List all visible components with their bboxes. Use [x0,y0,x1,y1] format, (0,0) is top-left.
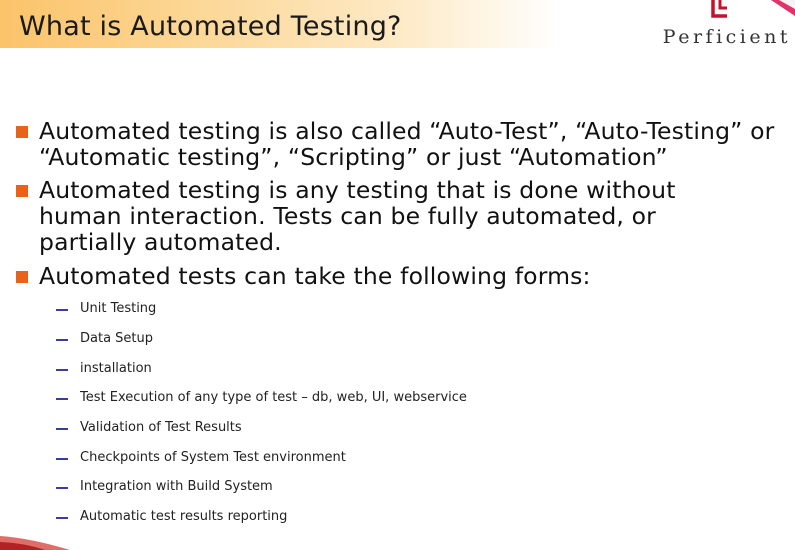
bullet-item: Automated testing is also called “Auto-T… [16,118,786,170]
dash-bullet-icon [56,487,68,489]
bullet-text: Automated testing is any testing that is… [39,176,676,256]
sub-bullet-text: Checkpoints of System Test environment [80,450,346,465]
slide-content: Automated testing is also called “Auto-T… [0,0,795,550]
dash-bullet-icon [56,517,68,519]
sub-bullet-text: installation [80,361,152,376]
dash-bullet-icon [56,309,68,311]
bullet-item: Automated testing is any testing that is… [16,177,786,255]
dash-bullet-icon [56,458,68,460]
square-bullet-icon [16,185,28,197]
corner-swoosh-icon [0,536,70,550]
dash-bullet-icon [56,369,68,371]
dash-bullet-icon [56,398,68,400]
dash-bullet-icon [56,428,68,430]
sub-bullet-text: Unit Testing [80,301,157,316]
bullet-text: Automated tests can take the following f… [39,262,591,290]
sub-bullet-text: Integration with Build System [80,479,273,494]
bullet-item: Automated tests can take the following f… [16,263,786,289]
square-bullet-icon [16,126,28,138]
sub-bullet-text: Test Execution of any type of test – db,… [80,390,467,405]
sub-bullet-text: Automatic test results reporting [80,509,288,524]
bullet-text: Automated testing is also called “Auto-T… [39,117,775,171]
sub-bullet-text: Validation of Test Results [80,420,242,435]
square-bullet-icon [16,271,28,283]
sub-bullet-text: Data Setup [80,331,154,346]
dash-bullet-icon [56,339,68,341]
